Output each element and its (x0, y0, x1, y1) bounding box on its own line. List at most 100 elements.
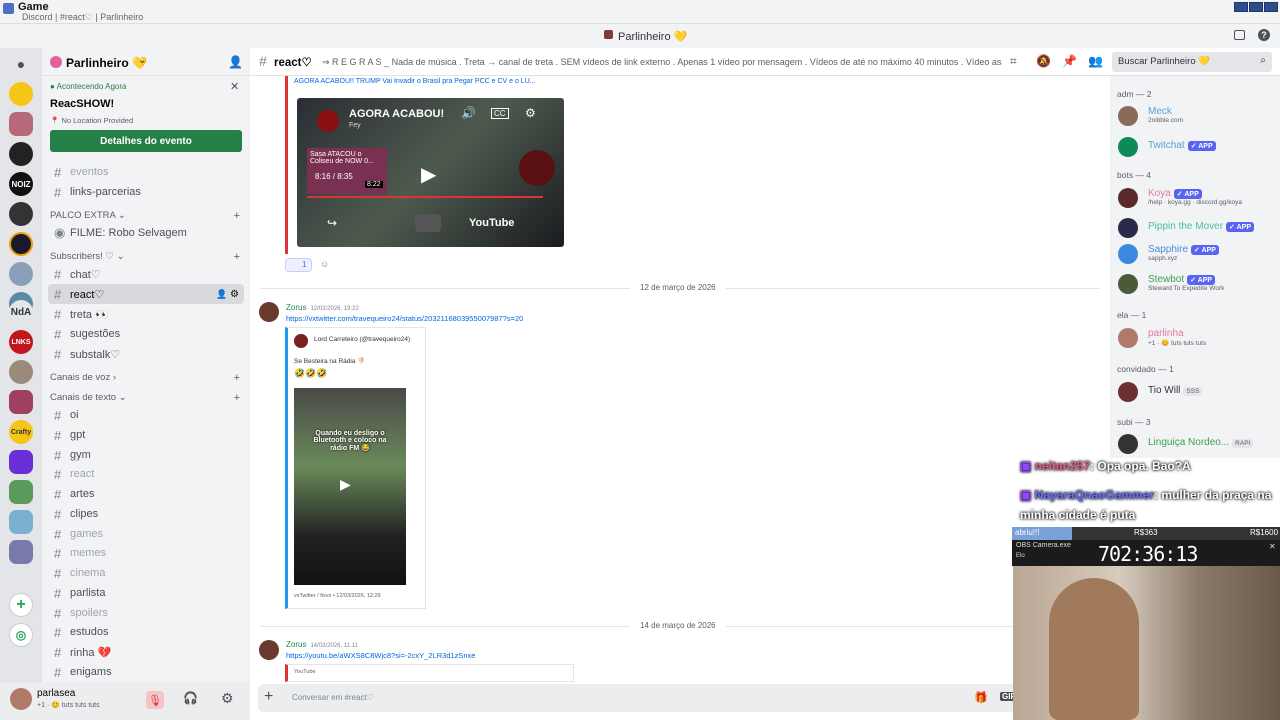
channel-clipes[interactable]: # clipes (48, 504, 244, 524)
embed-title[interactable]: AGORA ACABOU!! TRUMP Vai Invadir o Brasi… (294, 78, 536, 85)
channel-memes[interactable]: # memes (48, 543, 244, 563)
settings-gear-icon[interactable]: ⚙ (221, 690, 234, 707)
channel-chat[interactable]: # chat♡ (48, 264, 244, 284)
explore-servers-icon[interactable]: ◎ (9, 623, 33, 647)
captions-icon[interactable]: CC (491, 108, 509, 119)
maximize-button[interactable] (1249, 2, 1263, 12)
stage-channel[interactable]: ◉ FILME: Robo Selvagem (48, 223, 244, 243)
member-stewbot[interactable]: Stewbot ✓ APP Steward To Expedite Work (1118, 272, 1278, 294)
channel-gpt[interactable]: # gpt (48, 425, 244, 445)
channel-substalk[interactable]: # substalk♡ (48, 344, 244, 364)
volume-icon[interactable]: 🔊 (461, 106, 476, 120)
headset-icon[interactable]: 🎧 (183, 691, 198, 705)
tweet-author[interactable]: Lord Carreteiro (@travequeiro24) (314, 336, 410, 343)
channel-eventos[interactable]: # eventos (48, 162, 244, 182)
gift-icon[interactable]: 🎁 (974, 691, 988, 704)
channel-gym[interactable]: # gym (48, 445, 244, 465)
channel-topic[interactable]: ⇒ R E G R A S _ Nada de música . Treta →… (322, 57, 1002, 68)
member-pippin[interactable]: Pippin the Mover ✓ APP (1118, 216, 1278, 238)
channel-sugestoes[interactable]: # sugestões (48, 324, 244, 344)
channel-games[interactable]: # games (48, 524, 244, 544)
settings-icon[interactable]: ⚙ (525, 106, 536, 120)
member-tio-will[interactable]: Tio Will SSS (1118, 380, 1278, 402)
server-icon-17[interactable] (9, 540, 33, 564)
mute-bell-icon[interactable]: 🔕 (1036, 54, 1051, 68)
channel-parlista[interactable]: # parlista (48, 583, 244, 603)
server-icon-15[interactable] (9, 480, 33, 504)
minimize-button[interactable] (1234, 2, 1248, 12)
help-icon[interactable]: ? (1258, 29, 1270, 41)
message-link[interactable]: https://youtu.be/aWXS8C8Wjc8?si=-2cxY_2L… (286, 651, 475, 660)
channel-artes[interactable]: # artes (48, 484, 244, 504)
channel-estudos[interactable]: # estudos (48, 622, 244, 642)
server-icon-11[interactable] (9, 360, 33, 384)
share-icon[interactable]: ↪ (327, 216, 337, 230)
server-icon-13[interactable]: Crafty (9, 420, 33, 444)
threads-icon[interactable]: ⌗ (1010, 54, 1017, 69)
member-sapphire[interactable]: Sapphire ✓ APP sapph.xyz (1118, 242, 1278, 264)
add-server-icon[interactable]: + (9, 593, 33, 617)
reaction-chip[interactable]: 1 (285, 258, 312, 272)
close-icon[interactable]: ✕ (1269, 542, 1276, 551)
channel-enigams[interactable]: # enigams (48, 662, 244, 682)
close-window-button[interactable] (1264, 2, 1278, 12)
avatar[interactable] (10, 688, 32, 710)
member-koya[interactable]: Koya ✓ APP/help · koya.gg · discord.gg/ko… (1118, 186, 1278, 208)
play-icon[interactable]: ▶ (421, 162, 436, 187)
channel-treta[interactable]: # treta 👀 (48, 304, 244, 324)
event-details-button[interactable]: Detalhes do evento (50, 130, 242, 152)
channel-rinha[interactable]: # rinha 💔 (48, 642, 244, 662)
add-reaction-icon[interactable]: ☺ (320, 259, 329, 269)
search-input[interactable]: Buscar Parlinheiro 💛 ⌕ (1112, 52, 1272, 72)
server-icon-5[interactable] (9, 202, 33, 226)
channel-react[interactable]: # react (48, 464, 244, 484)
server-icon-14[interactable] (9, 450, 33, 474)
member-parlinha[interactable]: parlinha +1 · 😊 tuts tuts tuts (1118, 326, 1278, 348)
member-twitchat[interactable]: Twitchat ✓ APP (1118, 135, 1278, 157)
tweet-video[interactable]: Quando eu desligo o Bluetooth e coloco n… (294, 388, 406, 585)
server-header[interactable]: Parlinheiro 💛 ⌄ 👤 (42, 48, 250, 76)
discord-home-icon[interactable]: ● (9, 52, 33, 76)
server-icon-3[interactable] (9, 142, 33, 166)
server-icon-6[interactable] (9, 232, 33, 256)
server-icon-links[interactable]: LNKS (9, 330, 33, 354)
server-icon-2[interactable] (9, 112, 33, 136)
pin-icon[interactable]: 📌 (1062, 54, 1077, 68)
youtube-logo[interactable]: YouTube (469, 217, 514, 229)
channel-cinema[interactable]: # cinema (48, 563, 244, 583)
progress-bar[interactable] (307, 196, 543, 198)
add-attachment-icon[interactable]: + (264, 688, 273, 706)
message-author[interactable]: Zorus 14/03/2026, 11:11 (286, 640, 358, 649)
video-player[interactable]: AGORA ACABOU! Fey 🔊 CC ⚙ Sasa ATACOU o C… (297, 98, 564, 247)
message-composer[interactable]: + Conversar em #react♡ 🎁 GIF (258, 684, 1028, 712)
close-icon[interactable]: ✕ (230, 80, 239, 93)
channel-react-selected[interactable]: # react♡ 👤 ⚙ (48, 284, 244, 304)
channel-spoilers[interactable]: # spoilers (48, 603, 244, 623)
add-member-icon[interactable]: 👤 (216, 289, 227, 300)
avatar[interactable] (259, 640, 279, 660)
play-icon[interactable]: ▶ (340, 476, 351, 493)
server-icon-16[interactable] (9, 510, 33, 534)
mic-muted-icon[interactable]: 🎙 (146, 691, 164, 709)
add-channel-icon[interactable]: + (234, 392, 240, 404)
server-icon-pikachu[interactable] (9, 82, 33, 106)
server-icon-12[interactable] (9, 390, 33, 414)
add-channel-icon[interactable]: + (234, 372, 240, 384)
channel-links-parcerias[interactable]: # links-parcerias (48, 182, 244, 202)
invite-people-icon[interactable]: 👤 (228, 55, 243, 69)
add-channel-icon[interactable]: + (234, 210, 240, 222)
message-author[interactable]: Zorus 12/03/2026, 19:22 (286, 303, 359, 312)
member-list-icon[interactable]: 👥 (1088, 54, 1103, 68)
category-canais-de-voz[interactable]: Canais de voz › + (50, 372, 240, 384)
member-meck[interactable]: Meck 2nibble.com (1118, 104, 1278, 126)
server-icon-noiz[interactable]: NOIZ (9, 172, 33, 196)
avatar[interactable] (259, 302, 279, 322)
watch-later-icon[interactable] (415, 214, 441, 232)
gear-icon[interactable]: ⚙ (230, 289, 239, 300)
category-subscribers[interactable]: Subscribers! ♡ ⌄ + (50, 251, 240, 263)
message-link[interactable]: https://vxtwitter.com/travequeiro24/stat… (286, 314, 523, 323)
category-palco-extra[interactable]: PALCO EXTRA ⌄ + (50, 210, 240, 222)
add-channel-icon[interactable]: + (234, 251, 240, 263)
member-linguica[interactable]: Linguiça Nordeo... RAPI (1118, 432, 1278, 454)
server-icon-7[interactable] (9, 262, 33, 286)
